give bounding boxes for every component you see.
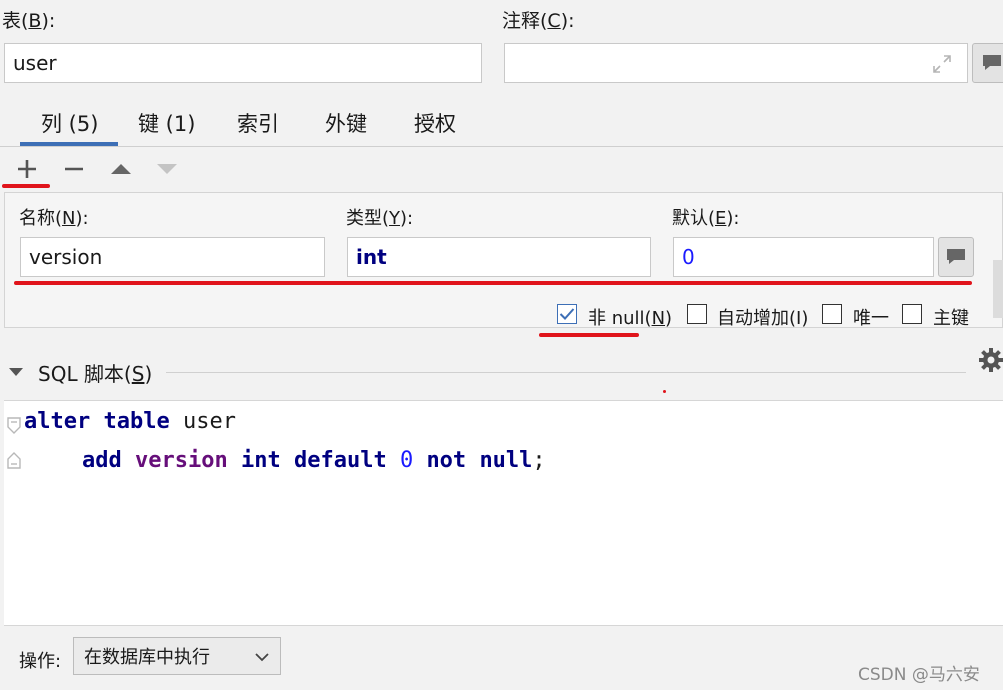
primary-key-label: 主键 [933,308,969,329]
column-type-input[interactable]: int [347,237,651,277]
comment-label: 注释(C): [502,10,575,32]
column-name-label: 名称(N): [19,208,89,229]
gear-icon [979,348,1003,372]
not-null-label: 非 null(N) [588,308,673,329]
add-column-button[interactable] [14,156,40,182]
move-up-button[interactable] [108,158,134,180]
speech-bubble-icon [947,249,965,264]
sql-line-1: alter table user [24,409,236,434]
sql-script-title: SQL 脚本(S) [38,362,153,386]
auto-increment-label: 自动增加(I) [717,308,809,329]
unique-label: 唯一 [853,308,889,329]
tab-indexes[interactable]: 索引 [237,108,279,138]
chevron-down-icon [9,368,23,376]
tab-keys[interactable]: 键 (1) [138,108,195,138]
not-null-checkbox[interactable] [557,304,577,324]
action-label: 操作: [19,651,62,672]
column-default-input[interactable]: 0 [673,237,934,277]
column-name-input[interactable]: version [20,237,325,277]
column-default-label: 默认(E): [672,208,740,229]
tab-columns[interactable]: 列 (5) [41,108,98,138]
column-type-label: 类型(Y): [346,208,414,229]
action-select[interactable]: 在数据库中执行 [73,637,281,675]
red-dot-mark [663,390,666,393]
comment-button[interactable] [972,43,1003,83]
checkmark-icon [559,308,575,320]
move-down-button[interactable] [154,158,180,180]
scrollbar-thumb[interactable] [993,260,1003,318]
watermark: CSDN @马六安 [858,665,980,685]
sql-header-divider [166,372,966,373]
plus-icon [18,160,36,178]
column-comment-button[interactable] [938,237,974,277]
primary-key-checkbox[interactable] [902,304,922,324]
settings-button[interactable] [977,346,1003,374]
sql-editor[interactable]: alter table user add version int default… [4,400,1003,626]
comment-input[interactable] [504,43,968,83]
tab-bar-divider [0,146,1003,147]
expand-icon[interactable] [931,53,953,80]
chevron-down-icon [255,653,269,662]
triangle-up-icon [111,164,131,174]
table-name-input[interactable]: user [4,43,482,83]
fold-marker-close[interactable] [6,449,22,476]
minus-icon [65,167,83,171]
sql-collapse-toggle[interactable] [8,362,24,384]
auto-increment-checkbox[interactable] [687,304,707,324]
remove-column-button[interactable] [61,156,87,182]
annotation-underline-add [2,184,50,188]
sql-line-2: add version int default 0 not null; [82,448,546,473]
triangle-down-icon [157,164,177,174]
table-name-value: user [13,51,57,75]
unique-checkbox[interactable] [822,304,842,324]
tab-foreign-keys[interactable]: 外键 [325,108,367,138]
table-label: 表(B): [2,10,56,32]
action-select-value: 在数据库中执行 [84,647,210,668]
tab-privileges[interactable]: 授权 [414,108,456,138]
annotation-underline-not-null [539,333,639,337]
annotation-underline-fields [14,281,972,285]
speech-bubble-icon [983,55,1001,70]
fold-marker-open[interactable] [6,415,22,442]
